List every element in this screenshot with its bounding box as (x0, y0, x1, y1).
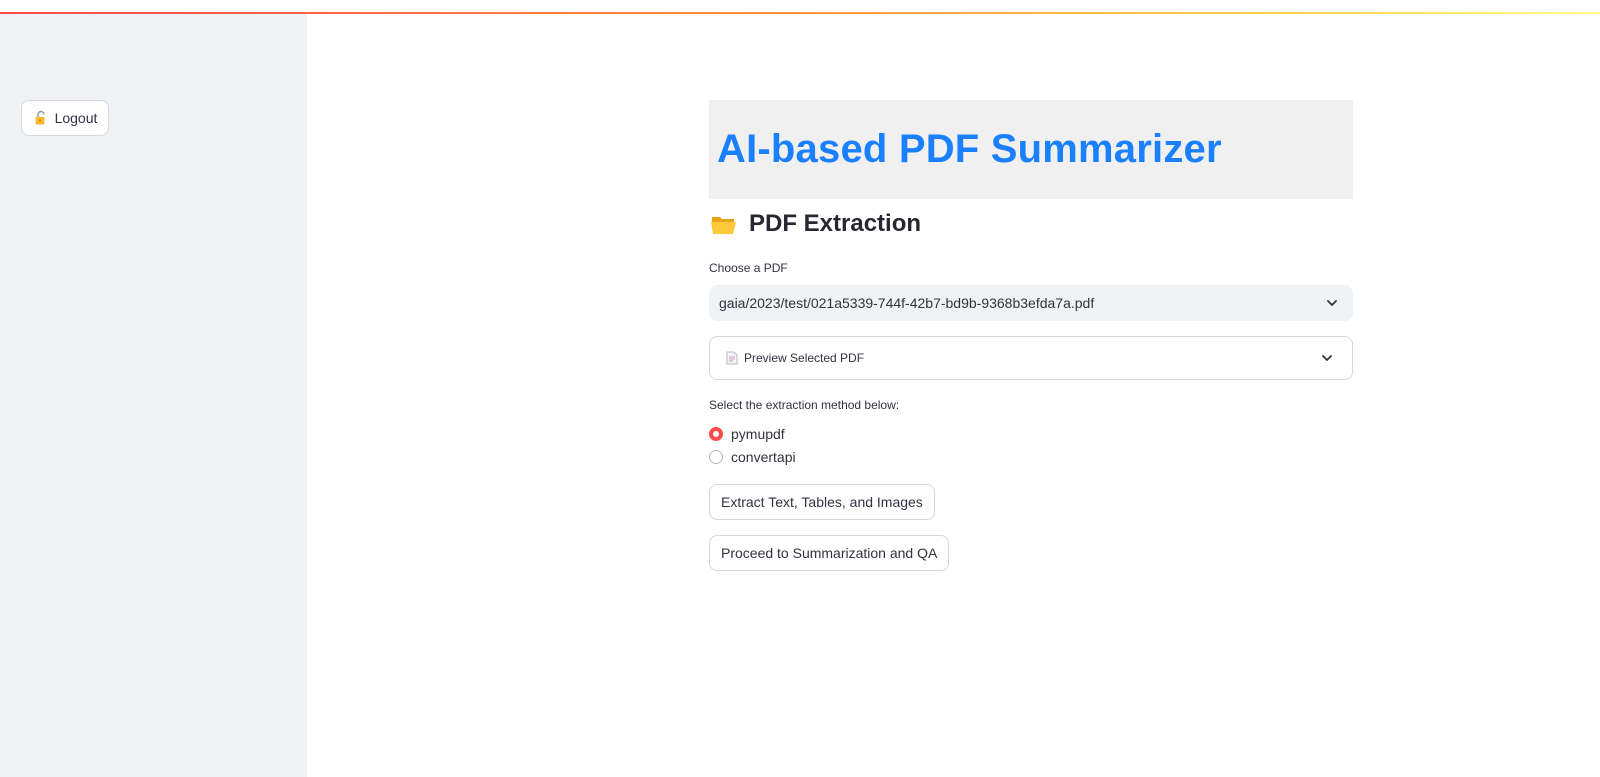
pdf-select-label: Choose a PDF (709, 261, 788, 275)
chevron-down-icon (1325, 296, 1339, 310)
extraction-method-label: Select the extraction method below: (709, 398, 900, 412)
title-banner: AI-based PDF Summarizer (709, 100, 1353, 199)
chevron-down-icon (1320, 351, 1334, 365)
page-title: AI-based PDF Summarizer (717, 127, 1222, 171)
section-header: PDF Extraction (709, 209, 1353, 239)
extraction-method-radio-group: pymupdf convertapi (709, 422, 1353, 468)
logout-button[interactable]: Logout (21, 100, 109, 136)
document-icon (726, 351, 738, 365)
preview-pdf-expander[interactable]: Preview Selected PDF (709, 336, 1353, 380)
extract-button[interactable]: Extract Text, Tables, and Images (709, 484, 935, 520)
radio-option-pymupdf[interactable]: pymupdf (709, 422, 1353, 445)
unlocked-padlock-icon (33, 110, 49, 126)
preview-pdf-label: Preview Selected PDF (744, 351, 865, 365)
radio-option-label: pymupdf (731, 425, 785, 442)
sidebar: Logout (0, 14, 307, 777)
radio-option-label: convertapi (731, 448, 796, 465)
open-folder-icon (709, 212, 739, 236)
radio-selected-indicator (709, 426, 723, 441)
section-title: PDF Extraction (749, 210, 922, 237)
logout-label: Logout (54, 110, 98, 126)
radio-unselected-indicator (709, 449, 723, 464)
proceed-to-summarization-button[interactable]: Proceed to Summarization and QA (709, 535, 950, 571)
pdf-select[interactable]: gaia/2023/test/021a5339-744f-42b7-bd9b-9… (709, 285, 1353, 321)
radio-option-convertapi[interactable]: convertapi (709, 445, 1353, 468)
main-content: AI-based PDF Summarizer PDF Extraction C… (709, 100, 1353, 571)
pdf-select-value: gaia/2023/test/021a5339-744f-42b7-bd9b-9… (719, 295, 1095, 311)
